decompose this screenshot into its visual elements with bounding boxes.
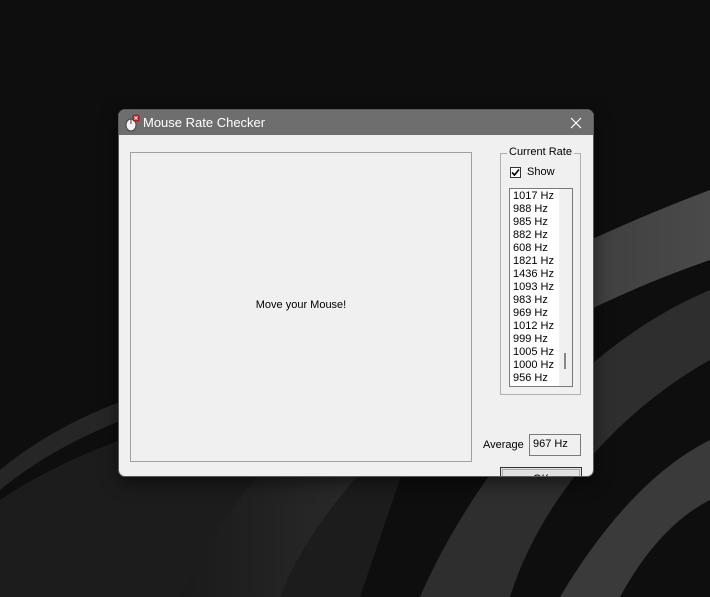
- rate-list-scrollbar[interactable]: [559, 189, 572, 386]
- show-checkbox[interactable]: [510, 167, 521, 178]
- rate-list-item[interactable]: 983 Hz: [513, 294, 554, 307]
- average-label: Average: [483, 439, 524, 451]
- rate-list-item[interactable]: 1000 Hz: [513, 359, 554, 372]
- rate-list-item[interactable]: 1005 Hz: [513, 346, 554, 359]
- rate-listbox[interactable]: 1017 Hz 988 Hz 985 Hz 882 Hz 608 Hz 1821 Hz 14…: [509, 188, 573, 387]
- current-rate-label: Current Rate: [507, 146, 574, 158]
- average-value-field: 967 Hz: [529, 434, 581, 456]
- close-icon: [570, 117, 582, 128]
- checkmark-icon: [511, 168, 520, 177]
- mouse-app-icon: [123, 114, 141, 132]
- rate-list-item[interactable]: 985 Hz: [513, 216, 554, 229]
- ok-button[interactable]: OK: [500, 467, 582, 476]
- close-button[interactable]: [559, 110, 593, 135]
- mouse-rate-checker-window: Mouse Rate Checker Move your Mouse! Curr…: [119, 110, 593, 476]
- current-rate-group: Current Rate Show 1017 Hz 988 Hz 985 Hz 882…: [500, 146, 581, 395]
- mouse-tracking-area[interactable]: Move your Mouse!: [130, 152, 472, 462]
- show-label: Show: [527, 166, 555, 178]
- rate-list-item[interactable]: 956 Hz: [513, 372, 554, 385]
- title-bar[interactable]: Mouse Rate Checker: [119, 110, 593, 135]
- scrollbar-thumb[interactable]: [564, 353, 566, 369]
- rate-list-item[interactable]: 1012 Hz: [513, 320, 554, 333]
- rate-list-item[interactable]: 882 Hz: [513, 229, 554, 242]
- rate-list-item[interactable]: 988 Hz: [513, 203, 554, 216]
- rate-list-item[interactable]: 1821 Hz: [513, 255, 554, 268]
- window-title: Mouse Rate Checker: [143, 115, 266, 130]
- rate-list-item[interactable]: 1093 Hz: [513, 281, 554, 294]
- rate-list-item[interactable]: 999 Hz: [513, 333, 554, 346]
- rate-list-item[interactable]: 969 Hz: [513, 307, 554, 320]
- window-client-area: Move your Mouse! Current Rate Show 1017 …: [119, 135, 593, 476]
- rate-list-item[interactable]: 608 Hz: [513, 242, 554, 255]
- rate-list: 1017 Hz 988 Hz 985 Hz 882 Hz 608 Hz 1821 Hz 14…: [513, 190, 554, 385]
- mouse-prompt: Move your Mouse!: [255, 299, 347, 311]
- ok-button-focus-border: [502, 469, 580, 476]
- rate-list-item[interactable]: 1436 Hz: [513, 268, 554, 281]
- rate-list-item[interactable]: 1017 Hz: [513, 190, 554, 203]
